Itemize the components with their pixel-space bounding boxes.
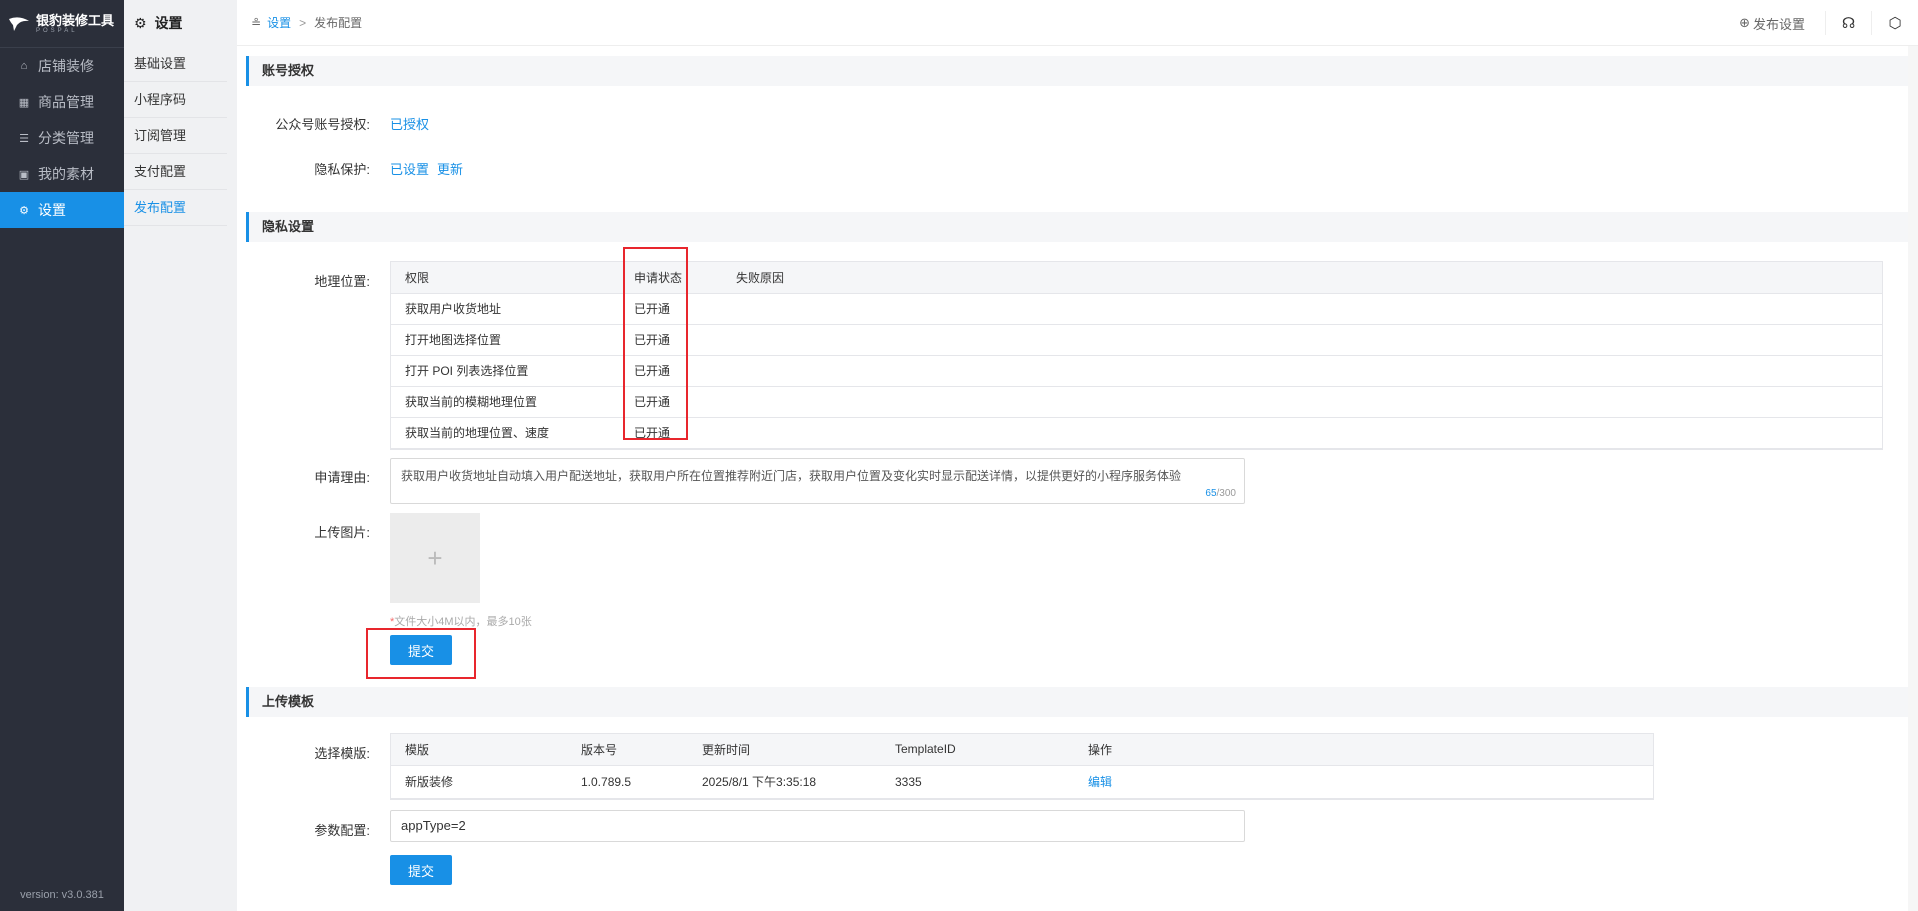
- param-config-input[interactable]: appType=2: [390, 810, 1245, 842]
- apply-reason-label: 申请理由:: [314, 470, 370, 485]
- subnav-title: ⚙ 设置: [134, 14, 183, 32]
- nav-label: 分类管理: [38, 130, 94, 146]
- select-template-label: 选择模版:: [314, 746, 370, 761]
- reason-cell: [722, 324, 1882, 356]
- nav-item-settings[interactable]: ⚙ 设置: [0, 192, 124, 228]
- breadcrumb-icon: ≗: [251, 15, 262, 30]
- nav-item-category-management[interactable]: ☰ 分类管理: [0, 120, 124, 156]
- perm-cell: 获取当前的地理位置、速度: [391, 417, 620, 449]
- table-header-row: 模版 版本号 更新时间 TemplateID 操作: [391, 734, 1653, 766]
- subnav-item-subscription[interactable]: 订阅管理: [124, 118, 227, 154]
- table-row: 打开地图选择位置 已开通: [391, 324, 1882, 356]
- col-template-id: TemplateID: [881, 734, 1074, 766]
- section-account-auth: 账号授权: [246, 56, 1908, 86]
- breadcrumb-current: 发布配置: [314, 16, 363, 30]
- subnav-item-payment[interactable]: 支付配置: [124, 154, 227, 190]
- template-name-cell: 新版装修: [391, 765, 567, 799]
- nav-label: 设置: [38, 202, 66, 218]
- publish-settings-label: 发布设置: [1752, 16, 1805, 32]
- settings-hex-icon[interactable]: ⬡: [1872, 11, 1918, 35]
- col-permission: 权限: [391, 262, 620, 294]
- version-cell: 1.0.789.5: [567, 765, 688, 799]
- main-nav: ⌂ 店铺装修 ▦ 商品管理 ☰ 分类管理 ▣ 我的素材 ⚙ 设置: [0, 48, 124, 228]
- store-icon: ⌂: [20, 60, 28, 72]
- list-icon: ☰: [19, 132, 29, 145]
- apply-reason-text: 获取用户收货地址自动填入用户配送地址，获取用户所在位置推荐附近门店，获取用户位置…: [401, 469, 1182, 483]
- mp-auth-label: 公众号账号授权:: [275, 117, 370, 132]
- table-header-row: 权限 申请状态 失败原因: [391, 262, 1882, 294]
- privacy-protect-label: 隐私保护:: [314, 162, 370, 177]
- privacy-permission-table: 权限 申请状态 失败原因 获取用户收货地址 已开通 打开地图选择位置 已开通 打…: [390, 261, 1883, 450]
- nav-label: 商品管理: [38, 94, 94, 110]
- section-privacy-settings: 隐私设置: [246, 212, 1908, 242]
- image-icon: ▣: [18, 168, 30, 181]
- subnav-item-mini-program-code[interactable]: 小程序码: [124, 82, 227, 118]
- table-row: 获取当前的模糊地理位置 已开通: [391, 386, 1882, 418]
- template-id-cell: 3335: [881, 765, 1074, 799]
- nav-item-product-management[interactable]: ▦ 商品管理: [0, 84, 124, 120]
- edit-link[interactable]: 编辑: [1074, 765, 1653, 799]
- upload-hint: *文件大小4M以内，最多10张: [390, 616, 532, 628]
- time-cell: 2025/8/1 下午3:35:18: [688, 765, 881, 799]
- perm-cell: 打开 POI 列表选择位置: [391, 355, 620, 387]
- perm-cell: 获取用户收货地址: [391, 293, 620, 325]
- publish-settings-button[interactable]: ⊕ 发布设置: [1719, 11, 1826, 35]
- breadcrumb: ≗ 设置 > 发布配置: [251, 14, 362, 31]
- reason-cell: [722, 355, 1882, 387]
- upload-circle-icon: ⊕: [1739, 15, 1750, 30]
- template-submit-button[interactable]: 提交: [390, 855, 452, 885]
- settings-subnav: ⚙ 设置 基础设置 小程序码 订阅管理 支付配置 发布配置: [124, 0, 237, 911]
- privacy-update-link[interactable]: 更新: [437, 159, 463, 178]
- col-update-time: 更新时间: [688, 734, 881, 766]
- logo-icon: [9, 16, 29, 31]
- scrollbar[interactable]: [1908, 46, 1918, 911]
- section-upload-template: 上传模板: [246, 687, 1908, 717]
- logo: 银豹装修工具 POSPAL: [0, 0, 124, 48]
- subnav-item-basic-settings[interactable]: 基础设置: [124, 46, 227, 82]
- perm-cell: 打开地图选择位置: [391, 324, 620, 356]
- nav-label: 店铺装修: [38, 58, 94, 74]
- submit-highlight: [366, 628, 476, 679]
- gear-icon: ⚙: [134, 14, 147, 31]
- perm-cell: 获取当前的模糊地理位置: [391, 386, 620, 418]
- gear-icon: ⚙: [19, 204, 29, 217]
- grid-icon: ▦: [18, 96, 30, 109]
- breadcrumb-root[interactable]: 设置: [267, 14, 291, 31]
- headset-icon[interactable]: ☊: [1826, 11, 1872, 35]
- top-bar: ≗ 设置 > 发布配置 ⊕ 发布设置 ☊ ⬡: [237, 0, 1918, 46]
- upload-image-button[interactable]: +: [390, 513, 480, 603]
- plus-icon: +: [427, 542, 443, 573]
- reason-cell: [722, 386, 1882, 418]
- status-column-highlight: [623, 247, 688, 440]
- brand-sub: POSPAL: [36, 27, 78, 34]
- upload-image-label: 上传图片:: [314, 525, 370, 540]
- char-counter: 65/300: [1205, 488, 1236, 499]
- main-sidebar: 银豹装修工具 POSPAL ⌂ 店铺装修 ▦ 商品管理 ☰ 分类管理 ▣ 我的素…: [0, 0, 124, 911]
- table-row: 获取当前的地理位置、速度 已开通: [391, 417, 1882, 449]
- template-table: 模版 版本号 更新时间 TemplateID 操作 新版装修 1.0.789.5…: [390, 733, 1654, 800]
- param-config-label: 参数配置:: [314, 823, 370, 838]
- table-row: 获取用户收货地址 已开通: [391, 293, 1882, 325]
- col-template: 模版: [391, 734, 567, 766]
- version-text: version: v3.0.381: [20, 889, 104, 901]
- nav-item-store-decoration[interactable]: ⌂ 店铺装修: [0, 48, 124, 84]
- privacy-protect-status[interactable]: 已设置: [390, 159, 429, 178]
- mp-auth-status[interactable]: 已授权: [390, 114, 429, 133]
- nav-label: 我的素材: [38, 166, 94, 182]
- apply-reason-textarea[interactable]: 获取用户收货地址自动填入用户配送地址，获取用户所在位置推荐附近门店，获取用户位置…: [390, 458, 1245, 504]
- col-version: 版本号: [567, 734, 688, 766]
- subnav-item-publish-config[interactable]: 发布配置: [124, 190, 227, 226]
- col-fail-reason: 失败原因: [722, 262, 1882, 294]
- col-action: 操作: [1074, 734, 1653, 766]
- nav-item-my-materials[interactable]: ▣ 我的素材: [0, 156, 124, 192]
- reason-cell: [722, 417, 1882, 449]
- breadcrumb-separator: >: [299, 15, 307, 30]
- location-label: 地理位置:: [314, 274, 370, 289]
- top-actions: ⊕ 发布设置 ☊ ⬡: [1719, 0, 1918, 46]
- table-row: 打开 POI 列表选择位置 已开通: [391, 355, 1882, 387]
- table-row: 新版装修 1.0.789.5 2025/8/1 下午3:35:18 3335 编…: [391, 765, 1653, 799]
- brand-name: 银豹装修工具: [36, 12, 115, 28]
- reason-cell: [722, 293, 1882, 325]
